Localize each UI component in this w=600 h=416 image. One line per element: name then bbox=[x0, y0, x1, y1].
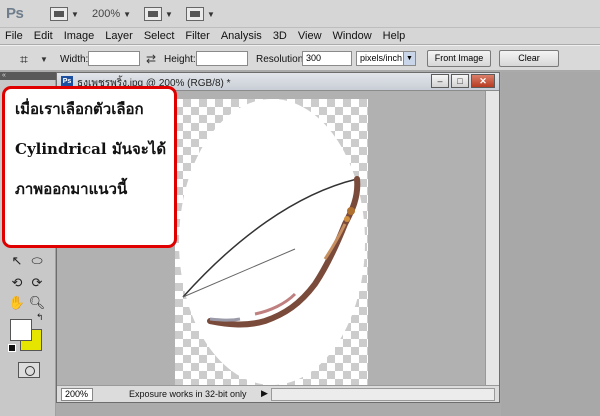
zoom-level-dropdown[interactable]: 200% ▼ bbox=[92, 6, 131, 22]
screen-mode-button[interactable]: ▼ bbox=[186, 6, 215, 22]
zoom-tool-icon[interactable]: 🔍︎ bbox=[28, 294, 46, 312]
tool-preset-chevron-icon[interactable]: ▼ bbox=[40, 55, 48, 64]
menu-select[interactable]: Select bbox=[144, 30, 175, 42]
swap-colors-icon[interactable]: ↰ bbox=[36, 312, 44, 323]
chevron-down-icon: ▼ bbox=[403, 52, 415, 65]
screen-mode-icon bbox=[186, 7, 204, 21]
status-info-text: Exposure works in 32-bit only bbox=[129, 389, 247, 399]
front-image-button[interactable]: Front Image bbox=[427, 50, 491, 67]
close-icon[interactable]: ✕ bbox=[471, 74, 495, 88]
photoshop-logo: Ps bbox=[6, 5, 24, 22]
resolution-unit-value: pixels/inch bbox=[360, 53, 403, 63]
menu-edit[interactable]: Edit bbox=[34, 30, 53, 42]
annotation-callout: เมื่อเราเลือกตัวเลือก Cylindrical มันจะไ… bbox=[2, 86, 177, 248]
swap-dimensions-icon[interactable]: ⇄ bbox=[146, 52, 156, 66]
default-colors-icon[interactable] bbox=[8, 344, 16, 352]
menu-3d[interactable]: 3D bbox=[273, 30, 287, 42]
bridge-icon bbox=[50, 7, 68, 21]
menu-analysis[interactable]: Analysis bbox=[221, 30, 262, 42]
menu-image[interactable]: Image bbox=[64, 30, 95, 42]
options-bar: ⌗ ▼ Width: ⇄ Height: Resolution: 300 pix… bbox=[0, 45, 600, 71]
path-selection-tool-icon[interactable]: ↖ bbox=[8, 252, 26, 270]
application-bar: Ps ▼ 200% ▼ ▼ ▼ bbox=[0, 0, 600, 28]
vertical-scrollbar[interactable] bbox=[485, 91, 499, 385]
clear-button[interactable]: Clear bbox=[499, 50, 559, 67]
width-label: Width: bbox=[60, 54, 89, 65]
arrange-documents-button[interactable]: ▼ bbox=[144, 6, 173, 22]
callout-line-3: ภาพออกมาแนวนี้ bbox=[15, 180, 128, 198]
status-menu-arrow-icon[interactable]: ▶ bbox=[261, 388, 268, 399]
hand-tool-icon[interactable]: ✋ bbox=[8, 294, 26, 312]
menu-filter[interactable]: Filter bbox=[185, 30, 209, 42]
chevron-down-icon: ▼ bbox=[71, 9, 79, 19]
resolution-input[interactable]: 300 bbox=[302, 51, 352, 66]
menu-layer[interactable]: Layer bbox=[105, 30, 133, 42]
3d-rotate-tool-icon[interactable]: ⟲ bbox=[8, 274, 26, 292]
image-canvas[interactable] bbox=[175, 99, 368, 385]
menu-bar: File Edit Image Layer Select Filter Anal… bbox=[0, 28, 600, 44]
ellipse-tool-icon[interactable]: ⬭ bbox=[28, 252, 46, 270]
chevron-down-icon: ▼ bbox=[123, 9, 132, 19]
zoom-level-value: 200% bbox=[92, 8, 121, 20]
window-controls: – □ ✕ bbox=[431, 74, 495, 88]
menu-window[interactable]: Window bbox=[333, 30, 372, 42]
horizontal-scrollbar[interactable] bbox=[271, 388, 495, 401]
chevron-down-icon: ▼ bbox=[207, 9, 215, 19]
minimize-icon[interactable]: – bbox=[431, 74, 449, 88]
callout-line-1: เมื่อเราเลือกตัวเลือก bbox=[15, 100, 144, 118]
launch-bridge-button[interactable]: ▼ bbox=[50, 6, 79, 22]
height-label: Height: bbox=[164, 54, 196, 65]
arrange-icon bbox=[144, 7, 162, 21]
status-bar: 200% Exposure works in 32-bit only ▶ bbox=[57, 385, 499, 402]
menu-file[interactable]: File bbox=[5, 30, 23, 42]
menu-help[interactable]: Help bbox=[383, 30, 406, 42]
width-input[interactable] bbox=[88, 51, 140, 66]
status-zoom-input[interactable]: 200% bbox=[61, 388, 93, 401]
quick-mask-button[interactable] bbox=[18, 362, 40, 378]
panel-collapse-icon[interactable]: « bbox=[0, 72, 56, 80]
chevron-down-icon: ▼ bbox=[165, 9, 173, 19]
foreground-color-swatch[interactable] bbox=[10, 319, 32, 341]
maximize-icon[interactable]: □ bbox=[451, 74, 469, 88]
height-input[interactable] bbox=[196, 51, 248, 66]
callout-line-2: Cylindrical มันจะได้ bbox=[15, 140, 167, 158]
3d-orbit-tool-icon[interactable]: ⟳ bbox=[28, 274, 46, 292]
bow-image bbox=[182, 176, 361, 328]
resolution-label: Resolution: bbox=[256, 54, 307, 65]
resolution-unit-select[interactable]: pixels/inch ▼ bbox=[356, 51, 416, 66]
crop-tool-icon[interactable]: ⌗ bbox=[20, 51, 36, 67]
menu-view[interactable]: View bbox=[298, 30, 322, 42]
workspace-background-right bbox=[501, 72, 600, 416]
